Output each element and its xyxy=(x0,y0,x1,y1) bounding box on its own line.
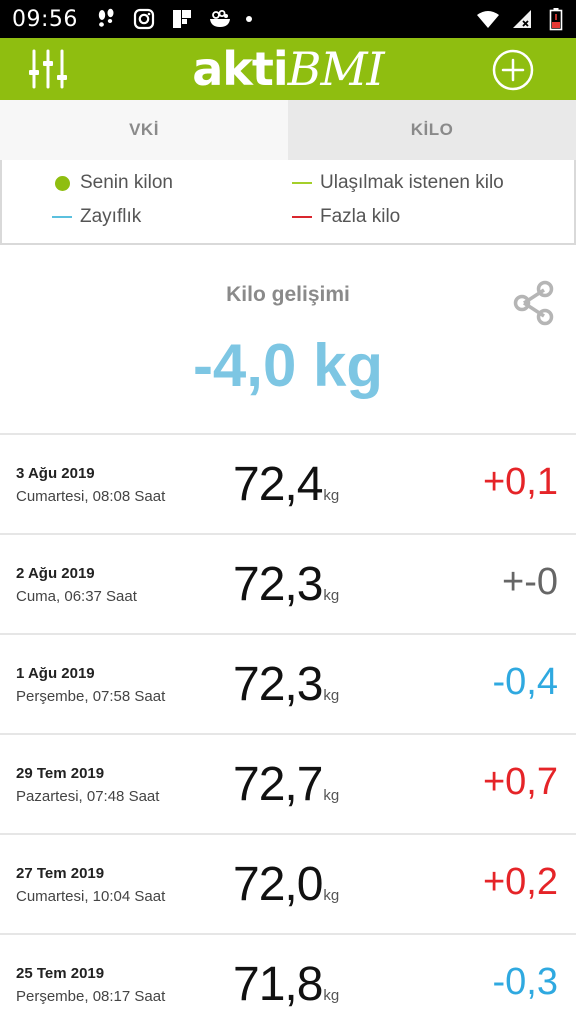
weight-value: 72,7 xyxy=(233,758,323,811)
weight-change: -0,3 xyxy=(492,961,558,1003)
weight-value: 72,3 xyxy=(233,558,323,611)
row-date: 27 Tem 2019 xyxy=(16,865,105,882)
row-weight: 72,3kg xyxy=(233,657,339,712)
logo-text-akti: akti xyxy=(192,42,288,96)
add-entry-button[interactable] xyxy=(492,49,534,91)
tab-bar: VKİ KİLO xyxy=(0,100,576,160)
weight-unit: kg xyxy=(323,987,340,1004)
legend-item-underweight: Zayıflık xyxy=(52,206,141,228)
row-weight: 72,3kg xyxy=(233,557,339,612)
legend-label: Zayıflık xyxy=(80,206,142,227)
weight-unit: kg xyxy=(323,687,340,704)
food-bowl-icon xyxy=(208,7,232,31)
history-row[interactable]: 25 Tem 2019 Perşembe, 08:17 Saat 71,8kg -0,… xyxy=(0,935,576,1024)
legend-item-target-weight: Ulaşılmak istenen kilo xyxy=(292,172,504,194)
status-time: 09:56 xyxy=(12,6,78,32)
row-time: Perşembe, 08:17 Saat xyxy=(16,988,166,1005)
weight-value: 72,3 xyxy=(233,658,323,711)
history-row[interactable]: 1 Ağu 2019 Perşembe, 07:58 Saat 72,3kg -0,4 xyxy=(0,635,576,735)
row-time: Pazartesi, 07:48 Saat xyxy=(16,788,160,805)
legend-item-overweight: Fazla kilo xyxy=(292,206,400,228)
weight-unit: kg xyxy=(323,787,340,804)
weight-unit: kg xyxy=(323,887,340,904)
weight-value: 71,8 xyxy=(233,958,323,1011)
summary-title: Kilo gelişimi xyxy=(226,283,350,306)
row-time: Cumartesi, 08:08 Saat xyxy=(16,488,166,505)
weight-change: +-0 xyxy=(502,561,558,603)
tab-vki[interactable]: VKİ xyxy=(0,100,288,160)
row-date: 3 Ağu 2019 xyxy=(16,465,95,482)
status-bar: 09:56 xyxy=(0,0,576,38)
legend-line-icon xyxy=(52,216,72,218)
weight-value: 72,0 xyxy=(233,858,323,911)
cell-signal-icon xyxy=(510,7,534,31)
app-bar: aktiBMI xyxy=(0,38,576,100)
weight-change: +0,1 xyxy=(482,461,558,503)
row-weight: 72,0kg xyxy=(233,857,339,912)
row-time: Cuma, 06:37 Saat xyxy=(16,588,137,605)
logo-text-bmi: BMI xyxy=(287,42,385,96)
legend-item-your-weight: Senin kilon xyxy=(52,172,173,194)
row-date: 25 Tem 2019 xyxy=(16,965,105,982)
weight-change: +0,2 xyxy=(482,861,558,903)
row-weight: 72,7kg xyxy=(233,757,339,812)
legend-line-icon xyxy=(292,216,312,218)
legend-label: Ulaşılmak istenen kilo xyxy=(320,172,504,193)
add-circle-icon xyxy=(492,49,534,91)
flipboard-icon xyxy=(170,7,194,31)
app-logo: aktiBMI xyxy=(0,42,576,96)
row-time: Perşembe, 07:58 Saat xyxy=(16,688,166,705)
legend-line-icon xyxy=(292,182,312,184)
weight-history-list: 3 Ağu 2019 Cumartesi, 08:08 Saat 72,4kg +0,… xyxy=(0,435,576,1024)
row-date: 2 Ağu 2019 xyxy=(16,565,95,582)
history-row[interactable]: 2 Ağu 2019 Cuma, 06:37 Saat 72,3kg +-0 xyxy=(0,535,576,635)
app-screen: 09:56 aktiBMI VKİ KİLO Senin kilon Zayıf… xyxy=(0,0,576,1024)
system-icons xyxy=(476,0,568,38)
footsteps-icon xyxy=(94,7,118,31)
chart-legend: Senin kilon Zayıflık Ulaşılmak istenen k… xyxy=(0,160,576,245)
weight-progress-summary: Kilo gelişimi -4,0 kg xyxy=(0,245,576,435)
row-date: 29 Tem 2019 xyxy=(16,765,105,782)
instagram-icon xyxy=(132,7,156,31)
weight-value: 72,4 xyxy=(233,458,323,511)
more-notifications-dot xyxy=(245,16,252,22)
history-row[interactable]: 29 Tem 2019 Pazartesi, 07:48 Saat 72,7kg +0… xyxy=(0,735,576,835)
legend-label: Senin kilon xyxy=(80,172,173,193)
row-weight: 71,8kg xyxy=(233,957,339,1012)
share-icon xyxy=(513,280,554,326)
history-row[interactable]: 3 Ağu 2019 Cumartesi, 08:08 Saat 72,4kg +0,… xyxy=(0,435,576,535)
row-time: Cumartesi, 10:04 Saat xyxy=(16,888,166,905)
battery-low-icon xyxy=(544,7,568,31)
share-button[interactable] xyxy=(512,279,556,327)
weight-unit: kg xyxy=(323,487,340,504)
legend-label: Fazla kilo xyxy=(320,206,401,227)
row-weight: 72,4kg xyxy=(233,457,339,512)
history-row[interactable]: 27 Tem 2019 Cumartesi, 10:04 Saat 72,0kg +0… xyxy=(0,835,576,935)
tab-kilo[interactable]: KİLO xyxy=(288,100,576,160)
row-date: 1 Ağu 2019 xyxy=(16,665,95,682)
notification-icons xyxy=(94,7,252,31)
weight-unit: kg xyxy=(323,587,340,604)
weight-change: -0,4 xyxy=(492,661,558,703)
legend-dot-icon xyxy=(54,175,70,191)
summary-value: -4,0 kg xyxy=(192,332,384,399)
wifi-icon xyxy=(476,7,500,31)
weight-change: +0,7 xyxy=(482,761,558,803)
